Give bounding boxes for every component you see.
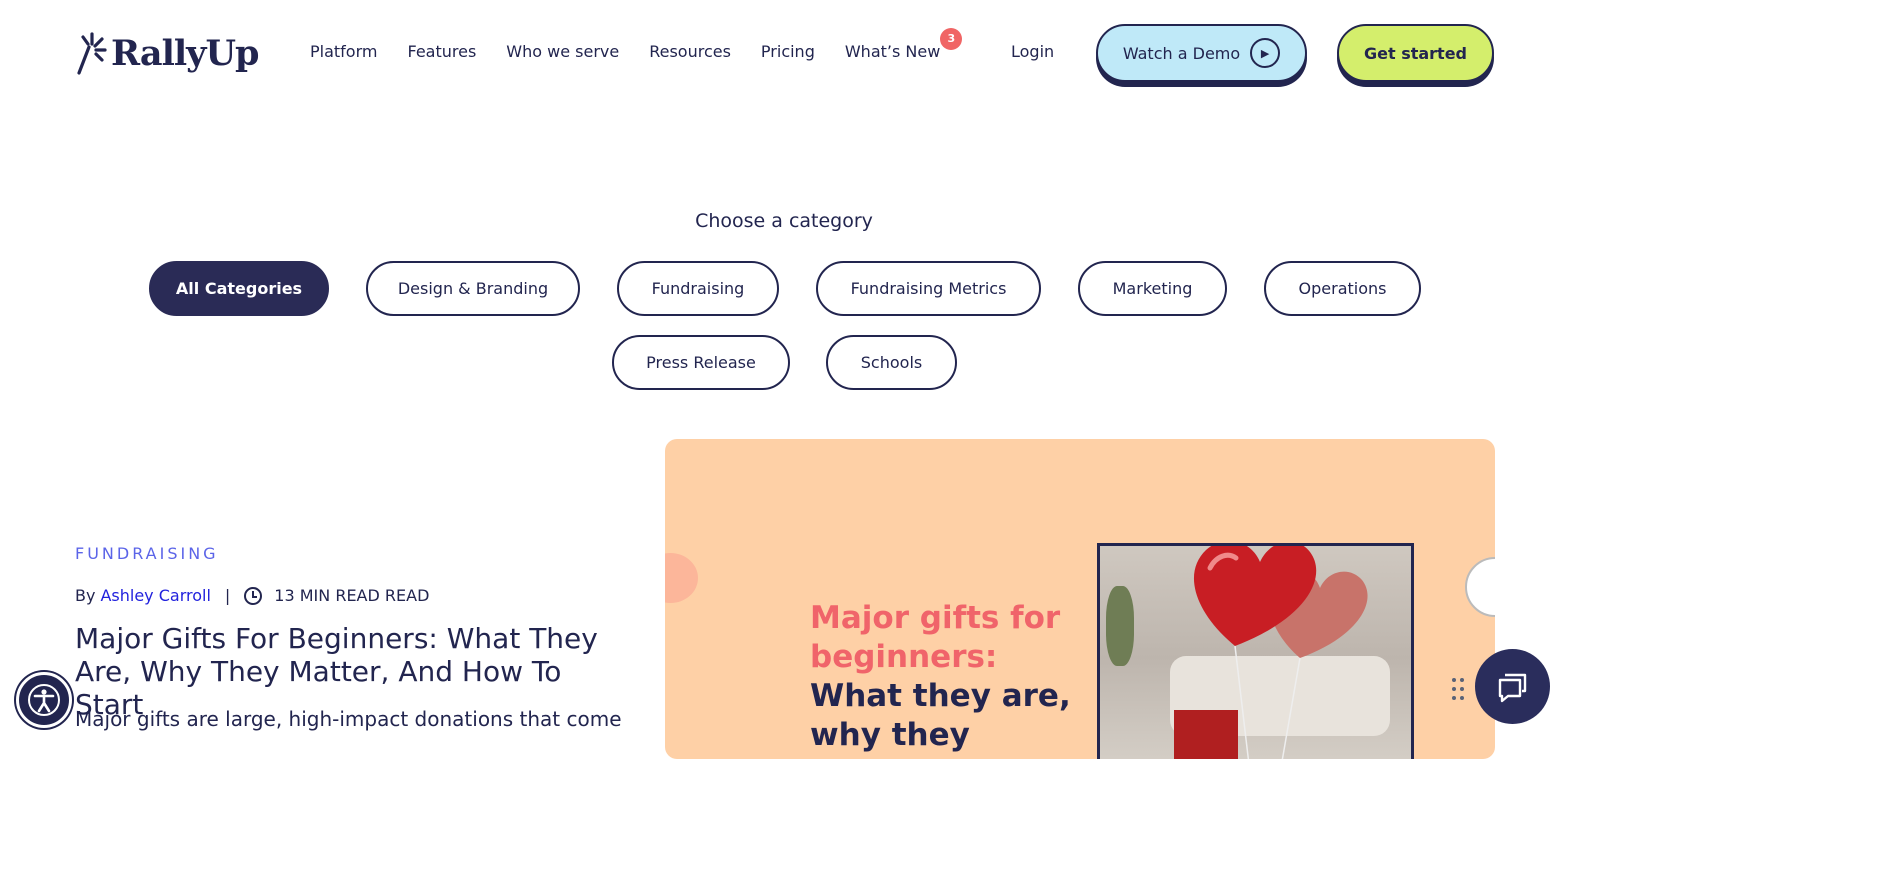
heart-balloons: [1193, 546, 1368, 759]
category-all[interactable]: All Categories: [149, 261, 329, 316]
drag-handle-icon[interactable]: [1452, 678, 1466, 704]
nav-features[interactable]: Features: [407, 40, 476, 64]
category-heading: Choose a category: [695, 210, 873, 232]
accessibility-icon: [28, 684, 60, 716]
read-time: 13 MIN READ READ: [274, 586, 430, 605]
category-operations[interactable]: Operations: [1264, 261, 1421, 316]
nav-whats-new-label: What’s New: [844, 42, 941, 61]
category-design-branding[interactable]: Design & Branding: [366, 261, 580, 316]
nav-pricing[interactable]: Pricing: [761, 40, 815, 64]
chat-icon: [1498, 673, 1526, 702]
nav-resources[interactable]: Resources: [649, 40, 731, 64]
decorative-blob: [665, 553, 698, 603]
article-category[interactable]: FUNDRAISING: [75, 544, 219, 563]
category-press-release[interactable]: Press Release: [612, 335, 790, 390]
hero-headline-main: What they are, why they matter, and: [810, 678, 1071, 759]
chat-button[interactable]: [1475, 649, 1550, 724]
hero-headline: Major gifts for beginners: What they are…: [810, 599, 1080, 759]
plant-shape: [1106, 586, 1134, 666]
byline-separator: |: [224, 586, 231, 605]
byline-by: By: [75, 586, 96, 605]
category-fundraising[interactable]: Fundraising: [617, 261, 779, 316]
article-byline: By Ashley Carroll | 13 MIN READ READ: [75, 586, 429, 605]
get-started-button[interactable]: Get started: [1337, 24, 1494, 82]
category-marketing[interactable]: Marketing: [1078, 261, 1227, 316]
author-link[interactable]: Ashley Carroll: [100, 586, 210, 605]
nav-who-we-serve[interactable]: Who we serve: [506, 40, 619, 64]
notification-badge: 3: [940, 28, 963, 50]
hero-headline-accent: Major gifts for beginners:: [810, 600, 1061, 675]
site-header: RallyUp Platform Features Who we serve R…: [0, 0, 1568, 105]
watch-demo-button[interactable]: Watch a Demo ▶: [1096, 24, 1307, 82]
nav-whats-new[interactable]: What’s New 3: [844, 28, 963, 64]
carousel-next-button[interactable]: [1465, 557, 1495, 617]
brand-name: RallyUp: [111, 32, 259, 74]
accessibility-button[interactable]: [16, 672, 72, 728]
watch-demo-label: Watch a Demo: [1122, 43, 1241, 63]
rallyup-logo[interactable]: RallyUp: [75, 30, 259, 76]
clock-icon: [244, 586, 263, 605]
category-fundraising-metrics[interactable]: Fundraising Metrics: [816, 261, 1041, 316]
main-nav: Platform Features Who we serve Resources…: [310, 28, 963, 64]
spark-icon: [77, 32, 107, 75]
play-icon: ▶: [1250, 38, 1281, 68]
article-excerpt: Major gifts are large, high-impact donat…: [75, 707, 622, 731]
category-schools[interactable]: Schools: [826, 335, 957, 390]
article-hero-image[interactable]: Major gifts for beginners: What they are…: [665, 439, 1495, 759]
nav-platform[interactable]: Platform: [310, 40, 377, 64]
balloon-photo: [1097, 543, 1414, 759]
login-link[interactable]: Login: [1011, 40, 1054, 64]
